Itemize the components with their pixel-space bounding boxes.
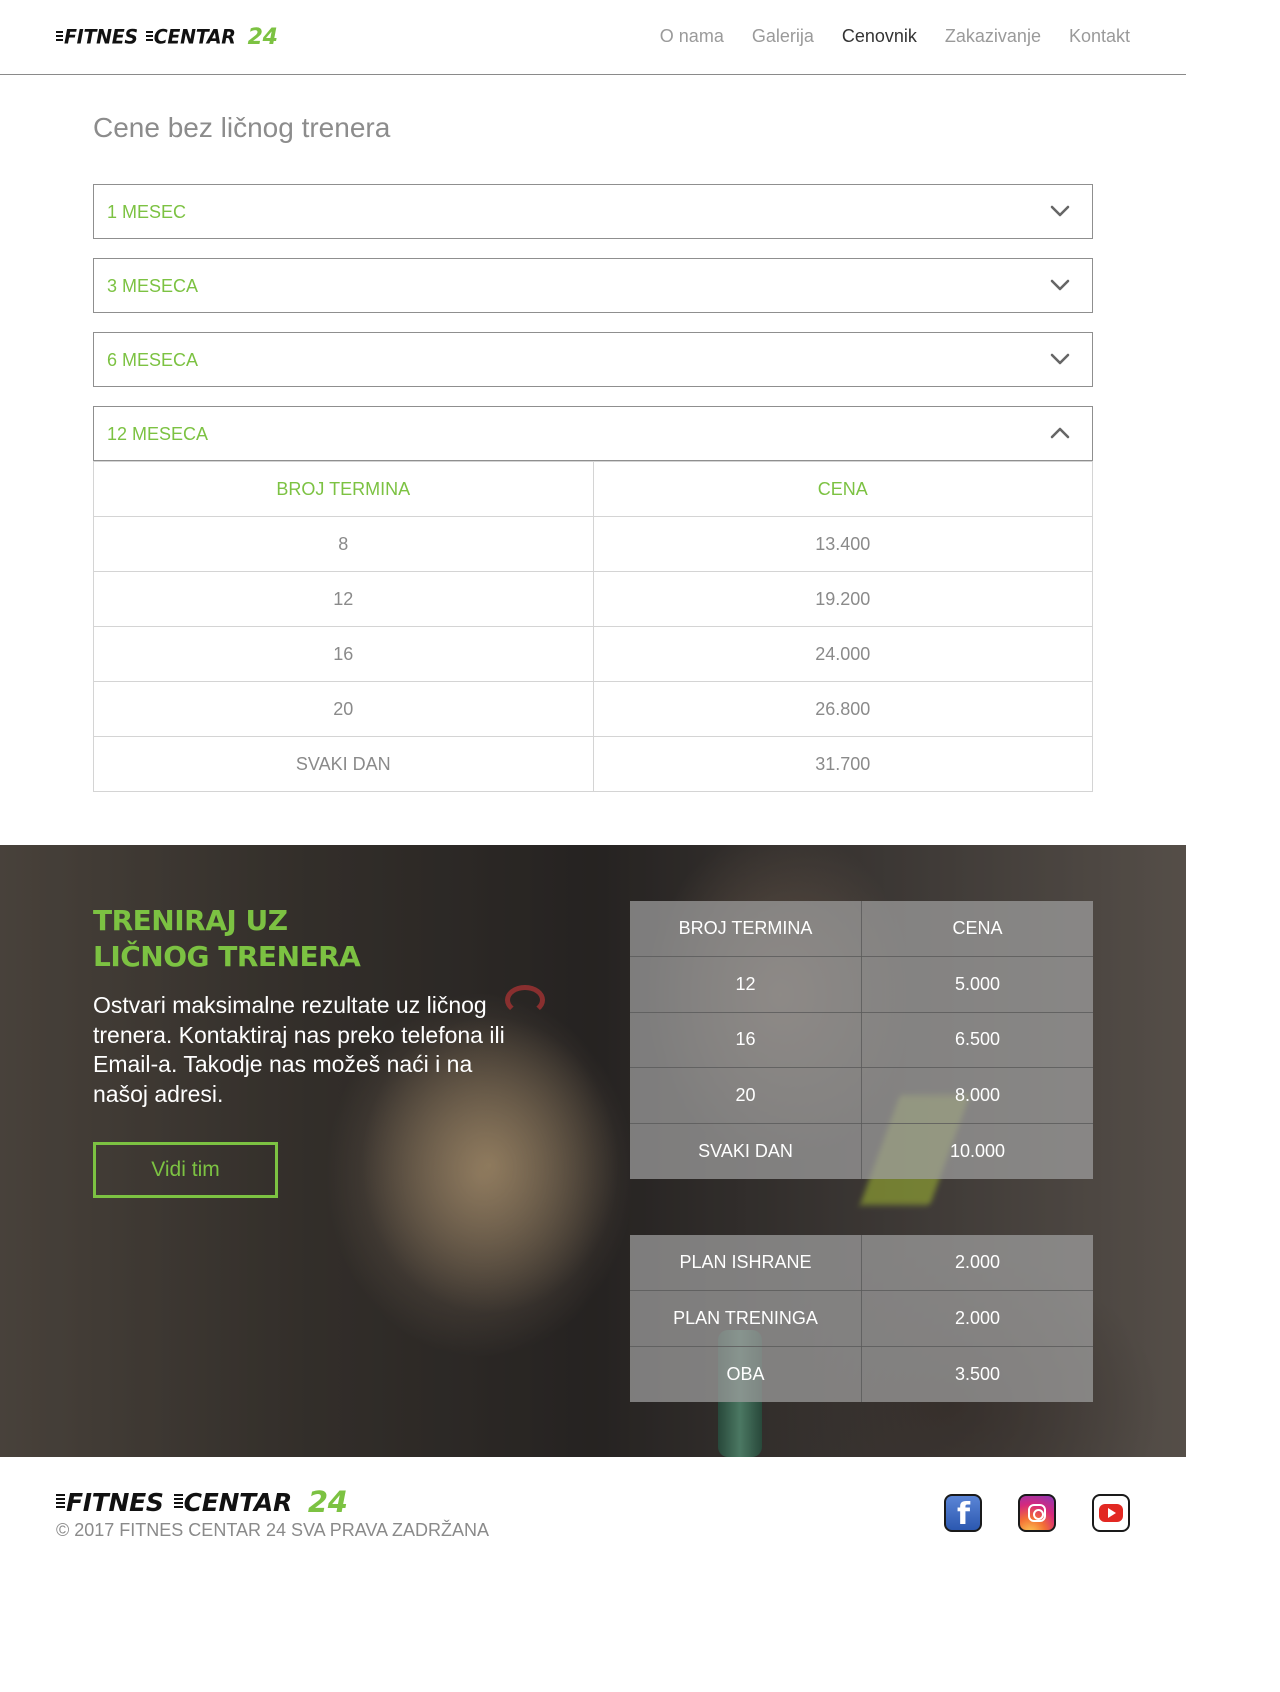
accordion-label: 12 MESECA	[107, 424, 209, 444]
accordion-1-mesec[interactable]: 1 MESEC	[93, 184, 1093, 239]
cell-plan: PLAN TRENINGA	[630, 1290, 862, 1347]
nav-item-o-nama[interactable]: O nama	[660, 24, 724, 48]
speed-lines-icon	[56, 1494, 65, 1510]
nav-item-zakazivanje[interactable]: Zakazivanje	[945, 24, 1041, 48]
cell-price: 10.000	[861, 1122, 1093, 1179]
footer-logo[interactable]: FITNES CENTAR 24	[56, 1485, 348, 1519]
speed-lines-icon	[56, 31, 63, 43]
nav-item-kontakt[interactable]: Kontakt	[1069, 24, 1130, 48]
cell-price: 13.400	[592, 516, 1093, 572]
accordion-3-meseca[interactable]: 3 MESECA	[93, 258, 1093, 313]
table-row: 20 26.800	[93, 681, 1093, 737]
column-header-cena: CENA	[861, 901, 1093, 957]
logo-word-1: FITNES	[64, 25, 138, 49]
personal-trainer-banner: TRENIRAJ UZ LIČNOG TRENERA Ostvari maksi…	[0, 845, 1186, 1457]
site-footer: FITNES CENTAR 24 © 2017 FITNES CENTAR 24…	[0, 1457, 1186, 1568]
cell-sessions: 20	[630, 1067, 862, 1124]
view-team-button[interactable]: Vidi tim	[93, 1142, 278, 1198]
cell-sessions: SVAKI DAN	[630, 1122, 862, 1179]
cell-sessions: 8	[93, 516, 594, 572]
trainer-description: Ostvari maksimalne rezultate uz ličnog t…	[93, 992, 505, 1107]
site-header: FITNES CENTAR 24 O nama Galerija Cenovni…	[0, 0, 1186, 75]
instagram-icon[interactable]	[1018, 1494, 1056, 1532]
table-row: 16 6.500	[630, 1011, 1093, 1068]
cell-sessions: 16	[630, 1011, 862, 1068]
table-row: SVAKI DAN 31.700	[93, 736, 1093, 792]
trainer-sessions-table: BROJ TERMINA CENA 12 5.000 16 6.500 20 8…	[630, 901, 1093, 1179]
accordion-12-meseca[interactable]: 12 MESECA	[93, 406, 1093, 461]
logo-word-2: CENTAR	[183, 1487, 293, 1517]
chevron-down-icon	[1048, 347, 1072, 371]
section-title: Cene bez ličnog trenera	[93, 112, 391, 143]
table-row: PLAN TRENINGA 2.000	[630, 1290, 1093, 1347]
column-header-broj-termina: BROJ TERMINA	[630, 901, 862, 957]
accordion-label: 6 MESECA	[107, 350, 199, 370]
table-row: SVAKI DAN 10.000	[630, 1122, 1093, 1179]
trainer-title-line-1: TRENIRAJ UZ	[93, 904, 288, 937]
speed-lines-icon	[173, 1494, 183, 1510]
nav-item-cenovnik[interactable]: Cenovnik	[842, 24, 917, 48]
chevron-down-icon	[1048, 199, 1072, 223]
facebook-icon[interactable]: f	[944, 1494, 982, 1532]
cell-price: 8.000	[861, 1067, 1093, 1124]
cell-plan: OBA	[630, 1345, 862, 1402]
cell-sessions: 12	[93, 571, 594, 627]
trainer-title-line-2: LIČNOG TRENERA	[93, 940, 361, 973]
column-header-cena: CENA	[592, 461, 1093, 517]
facebook-glyph: f	[957, 1497, 971, 1532]
youtube-play-glyph	[1099, 1504, 1123, 1522]
cell-price: 31.700	[592, 736, 1093, 792]
nav-item-galerija[interactable]: Galerija	[752, 24, 814, 48]
table-row: 8 13.400	[93, 516, 1093, 572]
accordion-label: 1 MESEC	[107, 202, 187, 222]
cell-sessions: 20	[93, 681, 594, 737]
social-links: f	[944, 1494, 1130, 1532]
table-row: 12 19.200	[93, 571, 1093, 627]
main-nav: O nama Galerija Cenovnik Zakazivanje Kon…	[660, 24, 1130, 48]
chevron-up-icon	[1048, 421, 1072, 445]
accordion-6-meseca[interactable]: 6 MESECA	[93, 332, 1093, 387]
cell-sessions: 12	[630, 956, 862, 1013]
price-table-12-meseca: BROJ TERMINA CENA 8 13.400 12 19.200 16 …	[93, 461, 1093, 792]
logo-word-2: CENTAR	[153, 25, 236, 49]
column-header-broj-termina: BROJ TERMINA	[93, 461, 594, 517]
speed-lines-icon	[145, 31, 153, 43]
cell-sessions: 16	[93, 626, 594, 682]
accordion-label: 3 MESECA	[107, 276, 199, 296]
cell-price: 2.000	[861, 1290, 1093, 1347]
trainer-plans-table: PLAN ISHRANE 2.000 PLAN TRENINGA 2.000 O…	[630, 1235, 1093, 1402]
cell-price: 3.500	[861, 1345, 1093, 1402]
cell-price: 26.800	[592, 681, 1093, 737]
table-header-row: BROJ TERMINA CENA	[630, 901, 1093, 957]
table-header-row: BROJ TERMINA CENA	[93, 461, 1093, 517]
site-logo[interactable]: FITNES CENTAR 24	[56, 24, 278, 50]
cell-sessions: SVAKI DAN	[93, 736, 594, 792]
chevron-down-icon	[1048, 273, 1072, 297]
table-row: 16 24.000	[93, 626, 1093, 682]
cell-price: 6.500	[861, 1011, 1093, 1068]
instagram-camera-glyph	[1028, 1504, 1046, 1522]
cell-plan: PLAN ISHRANE	[630, 1235, 862, 1291]
table-row: 12 5.000	[630, 956, 1093, 1013]
logo-word-1: FITNES	[66, 1487, 164, 1517]
table-row: OBA 3.500	[630, 1345, 1093, 1402]
trainer-title: TRENIRAJ UZ LIČNOG TRENERA	[93, 903, 361, 975]
cell-price: 19.200	[592, 571, 1093, 627]
youtube-icon[interactable]	[1092, 1494, 1130, 1532]
cell-price: 5.000	[861, 956, 1093, 1013]
table-row: 20 8.000	[630, 1067, 1093, 1124]
copyright-text: © 2017 FITNES CENTAR 24 SVA PRAVA ZADRŽA…	[56, 1520, 490, 1540]
logo-number: 24	[247, 24, 278, 50]
cell-price: 24.000	[592, 626, 1093, 682]
logo-number: 24	[307, 1485, 348, 1519]
table-row: PLAN ISHRANE 2.000	[630, 1235, 1093, 1291]
cell-price: 2.000	[861, 1235, 1093, 1291]
